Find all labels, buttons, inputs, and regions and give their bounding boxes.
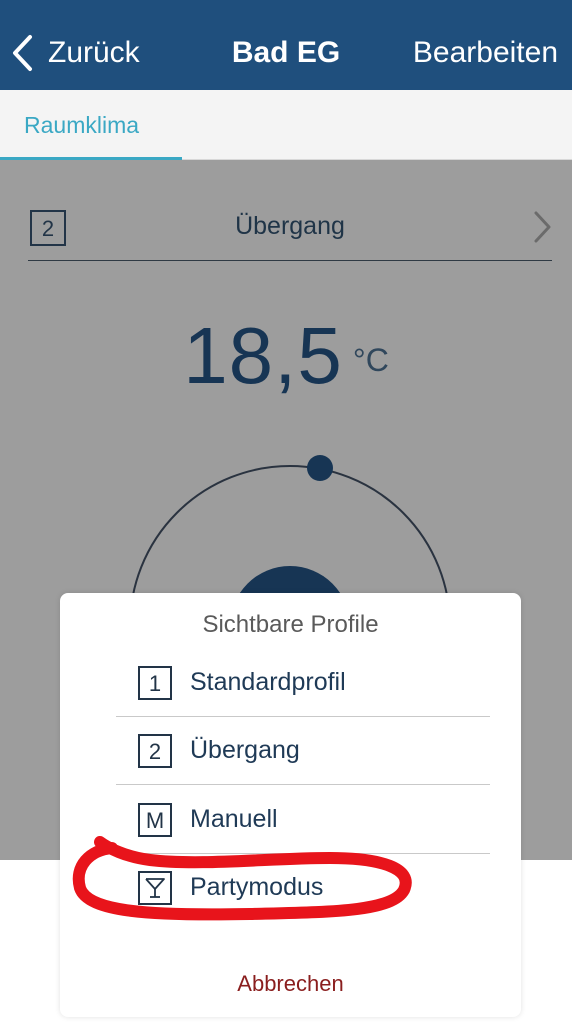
option-label: Standardprofil	[190, 668, 346, 696]
cocktail-glass-icon	[138, 871, 172, 905]
profile-option-uebergang[interactable]: 2 Übergang	[116, 716, 490, 785]
chevron-left-icon	[13, 35, 32, 71]
profile-option-standardprofil[interactable]: 1 Standardprofil	[116, 648, 490, 717]
manual-profile-icon: M	[138, 803, 172, 837]
profile-1-icon: 1	[138, 666, 172, 700]
back-button[interactable]: Zurück	[10, 30, 140, 76]
edit-button[interactable]: Bearbeiten	[413, 36, 558, 70]
profile-option-manuell[interactable]: M Manuell	[116, 785, 490, 854]
profile-option-partymodus[interactable]: Partymodus	[116, 853, 490, 921]
visible-profiles-dialog: Sichtbare Profile 1 Standardprofil 2 Übe…	[60, 593, 521, 1017]
profile-2-icon: 2	[138, 734, 172, 768]
option-label: Manuell	[190, 805, 278, 833]
cancel-button[interactable]: Abbrechen	[60, 971, 521, 997]
back-button-label: Zurück	[48, 36, 140, 69]
navigation-bar: Zurück Bad EG Bearbeiten	[0, 0, 572, 90]
tab-bar: Raumklima	[0, 90, 572, 160]
option-label: Übergang	[190, 736, 300, 764]
dialog-title: Sichtbare Profile	[202, 611, 379, 638]
tab-raumklima[interactable]: Raumklima	[24, 112, 139, 139]
option-label: Partymodus	[190, 873, 324, 901]
dial-handle	[307, 455, 333, 481]
